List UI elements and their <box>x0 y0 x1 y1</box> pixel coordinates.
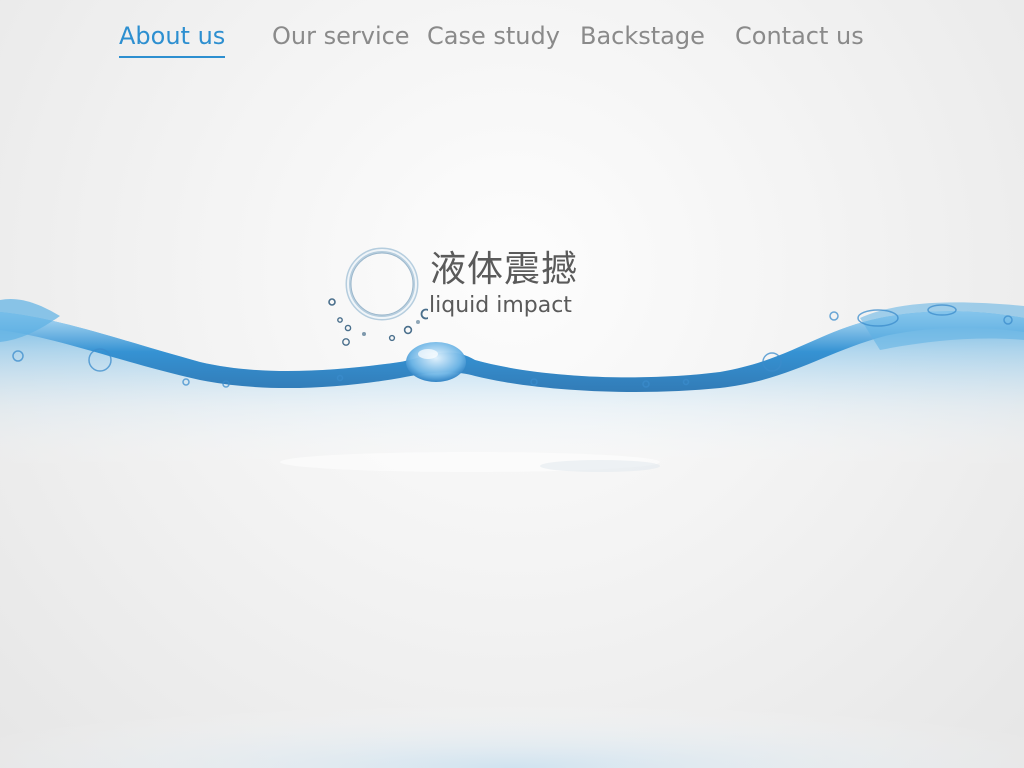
nav-item-our-service[interactable]: Our service <box>272 20 410 52</box>
nav-item-about-us[interactable]: About us <box>119 20 226 58</box>
main-navigation: About us Our service Case study Backstag… <box>0 0 1024 72</box>
water-wave-illustration <box>0 298 1024 768</box>
nav-item-case-study[interactable]: Case study <box>427 20 560 52</box>
nav-item-label: Case study <box>427 22 560 50</box>
nav-item-label: About us <box>119 22 226 50</box>
brand-logo: 液体震撼 liquid impact <box>328 246 588 350</box>
nav-item-label: Our service <box>272 22 410 50</box>
active-underline <box>119 56 226 58</box>
nav-item-label: Backstage <box>580 22 705 50</box>
nav-item-label: Contact us <box>735 22 864 50</box>
nav-item-backstage[interactable]: Backstage <box>580 20 705 52</box>
nav-item-contact-us[interactable]: Contact us <box>735 20 864 52</box>
brand-title: 液体震撼 <box>430 249 579 290</box>
water-ring-icon <box>328 247 428 346</box>
brand-subtitle: liquid impact <box>429 293 572 318</box>
